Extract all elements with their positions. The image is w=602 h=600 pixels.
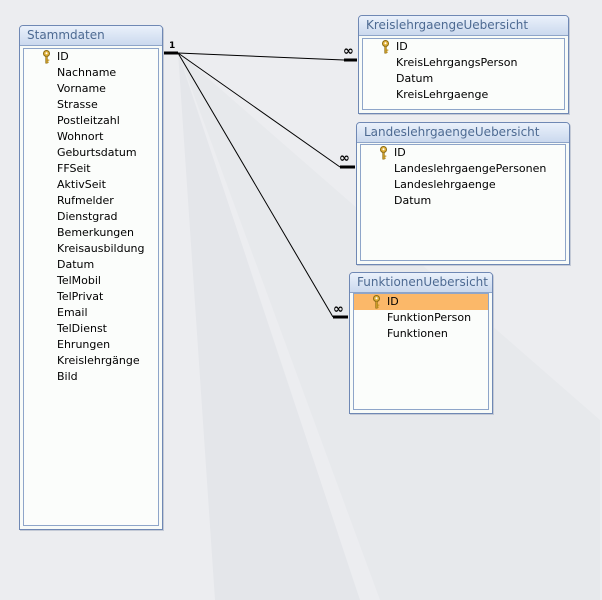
table-stammdaten[interactable]: Stammdaten ID Nachname Vorname Strasse Postl… [19, 25, 163, 530]
field-name: Strasse [57, 98, 98, 111]
field-name: Datum [396, 72, 434, 85]
field-name: Rufmelder [57, 194, 114, 207]
field-row[interactable]: Datum [24, 257, 158, 273]
field-row[interactable]: Nachname [24, 65, 158, 81]
one-cardinality-label: 1 [169, 41, 176, 51]
field-name: Postleitzahl [57, 114, 120, 127]
field-row[interactable]: Geburtsdatum [24, 145, 158, 161]
field-row[interactable]: LandeslehrgaengePersonen [361, 161, 565, 177]
field-name: AktivSeit [57, 178, 106, 191]
field-row[interactable]: TelPrivat [24, 289, 158, 305]
field-name: Email [57, 306, 88, 319]
field-name: Bemerkungen [57, 226, 135, 239]
key-icon [372, 295, 381, 309]
field-name: Datum [57, 258, 95, 271]
field-row[interactable]: Wohnort [24, 129, 158, 145]
field-name: LandeslehrgaengePersonen [394, 162, 547, 175]
field-name: KreisLehrgaenge [396, 88, 489, 101]
field-row[interactable]: TelDienst [24, 321, 158, 337]
field-name: Ehrungen [57, 338, 111, 351]
field-row[interactable]: Postleitzahl [24, 113, 158, 129]
field-name: Funktionen [387, 327, 448, 340]
field-row[interactable]: AktivSeit [24, 177, 158, 193]
field-row[interactable]: Ehrungen [24, 337, 158, 353]
table-title[interactable]: KreislehrgaengeUebersicht [359, 16, 568, 36]
field-name: Nachname [57, 66, 117, 79]
primary-key-field[interactable]: ID [354, 294, 488, 310]
many-cardinality-label: ∞ [339, 151, 350, 166]
many-cardinality-label: ∞ [343, 44, 354, 59]
field-name: KreisLehrgangsPerson [396, 56, 518, 69]
field-row[interactable]: Kreisausbildung [24, 241, 158, 257]
field-row[interactable]: Bemerkungen [24, 225, 158, 241]
key-icon [42, 50, 51, 64]
relationships-canvas[interactable]: 1 ∞ ∞ ∞ Stammdaten ID Nachname Vorname Stra… [0, 0, 602, 600]
field-row[interactable]: FFSeit [24, 161, 158, 177]
table-title[interactable]: FunktionenUebersicht [350, 273, 492, 293]
field-name: ID [57, 50, 69, 63]
field-name: Dienstgrad [57, 210, 118, 223]
field-row[interactable]: Email [24, 305, 158, 321]
field-row[interactable]: Kreislehrgänge [24, 353, 158, 369]
field-name: Kreislehrgänge [57, 354, 140, 367]
table-landeslehrgaenge[interactable]: LandeslehrgaengeUebersicht ID Landeslehrg… [356, 122, 570, 265]
table-funktionen[interactable]: FunktionenUebersicht ID FunktionPerson Fun… [349, 272, 493, 414]
relationship-line-funktionen[interactable] [177, 52, 334, 318]
field-name: Datum [394, 194, 432, 207]
field-name: Vorname [57, 82, 106, 95]
table-title[interactable]: Stammdaten [20, 26, 162, 46]
field-name: Landeslehrgaenge [394, 178, 496, 191]
many-cardinality-label: ∞ [333, 302, 344, 317]
field-list[interactable]: ID LandeslehrgaengePersonen Landeslehrgaen… [360, 144, 566, 261]
field-name: TelPrivat [57, 290, 104, 303]
field-name: ID [394, 146, 406, 159]
field-row[interactable]: Landeslehrgaenge [361, 177, 565, 193]
field-name: Geburtsdatum [57, 146, 137, 159]
background-shade [178, 52, 360, 600]
field-row[interactable]: Datum [363, 71, 564, 87]
field-row[interactable]: Funktionen [354, 326, 488, 342]
field-name: Bild [57, 370, 78, 383]
field-name: TelMobil [57, 274, 101, 287]
field-row[interactable]: Rufmelder [24, 193, 158, 209]
field-name: FFSeit [57, 162, 91, 175]
primary-key-field[interactable]: ID [24, 49, 158, 65]
primary-key-field[interactable]: ID [361, 145, 565, 161]
field-row[interactable]: Dienstgrad [24, 209, 158, 225]
field-row[interactable]: FunktionPerson [354, 310, 488, 326]
field-name: ID [387, 295, 399, 308]
key-icon [379, 146, 388, 160]
field-row[interactable]: KreisLehrgangsPerson [363, 55, 564, 71]
field-row[interactable]: KreisLehrgaenge [363, 87, 564, 103]
relationship-line-landes[interactable] [177, 52, 341, 168]
field-row[interactable]: Vorname [24, 81, 158, 97]
field-name: FunktionPerson [387, 311, 472, 324]
relationship-line-kreis[interactable] [177, 52, 345, 61]
table-kreislehrgaenge[interactable]: KreislehrgaengeUebersicht ID KreisLehrgan… [358, 15, 569, 114]
primary-key-field[interactable]: ID [363, 39, 564, 55]
key-icon [381, 40, 390, 54]
field-list[interactable]: ID FunktionPerson Funktionen [353, 293, 489, 410]
table-title[interactable]: LandeslehrgaengeUebersicht [357, 123, 569, 143]
field-name: Wohnort [57, 130, 104, 143]
field-row[interactable]: TelMobil [24, 273, 158, 289]
field-row[interactable]: Strasse [24, 97, 158, 113]
field-row[interactable]: Bild [24, 369, 158, 385]
field-name: TelDienst [57, 322, 107, 335]
field-list[interactable]: ID Nachname Vorname Strasse Postleitzahl Wohn… [23, 48, 159, 526]
field-row[interactable]: Datum [361, 193, 565, 209]
field-name: ID [396, 40, 408, 53]
field-list[interactable]: ID KreisLehrgangsPerson Datum KreisLehrgaen… [362, 38, 565, 110]
field-name: Kreisausbildung [57, 242, 145, 255]
